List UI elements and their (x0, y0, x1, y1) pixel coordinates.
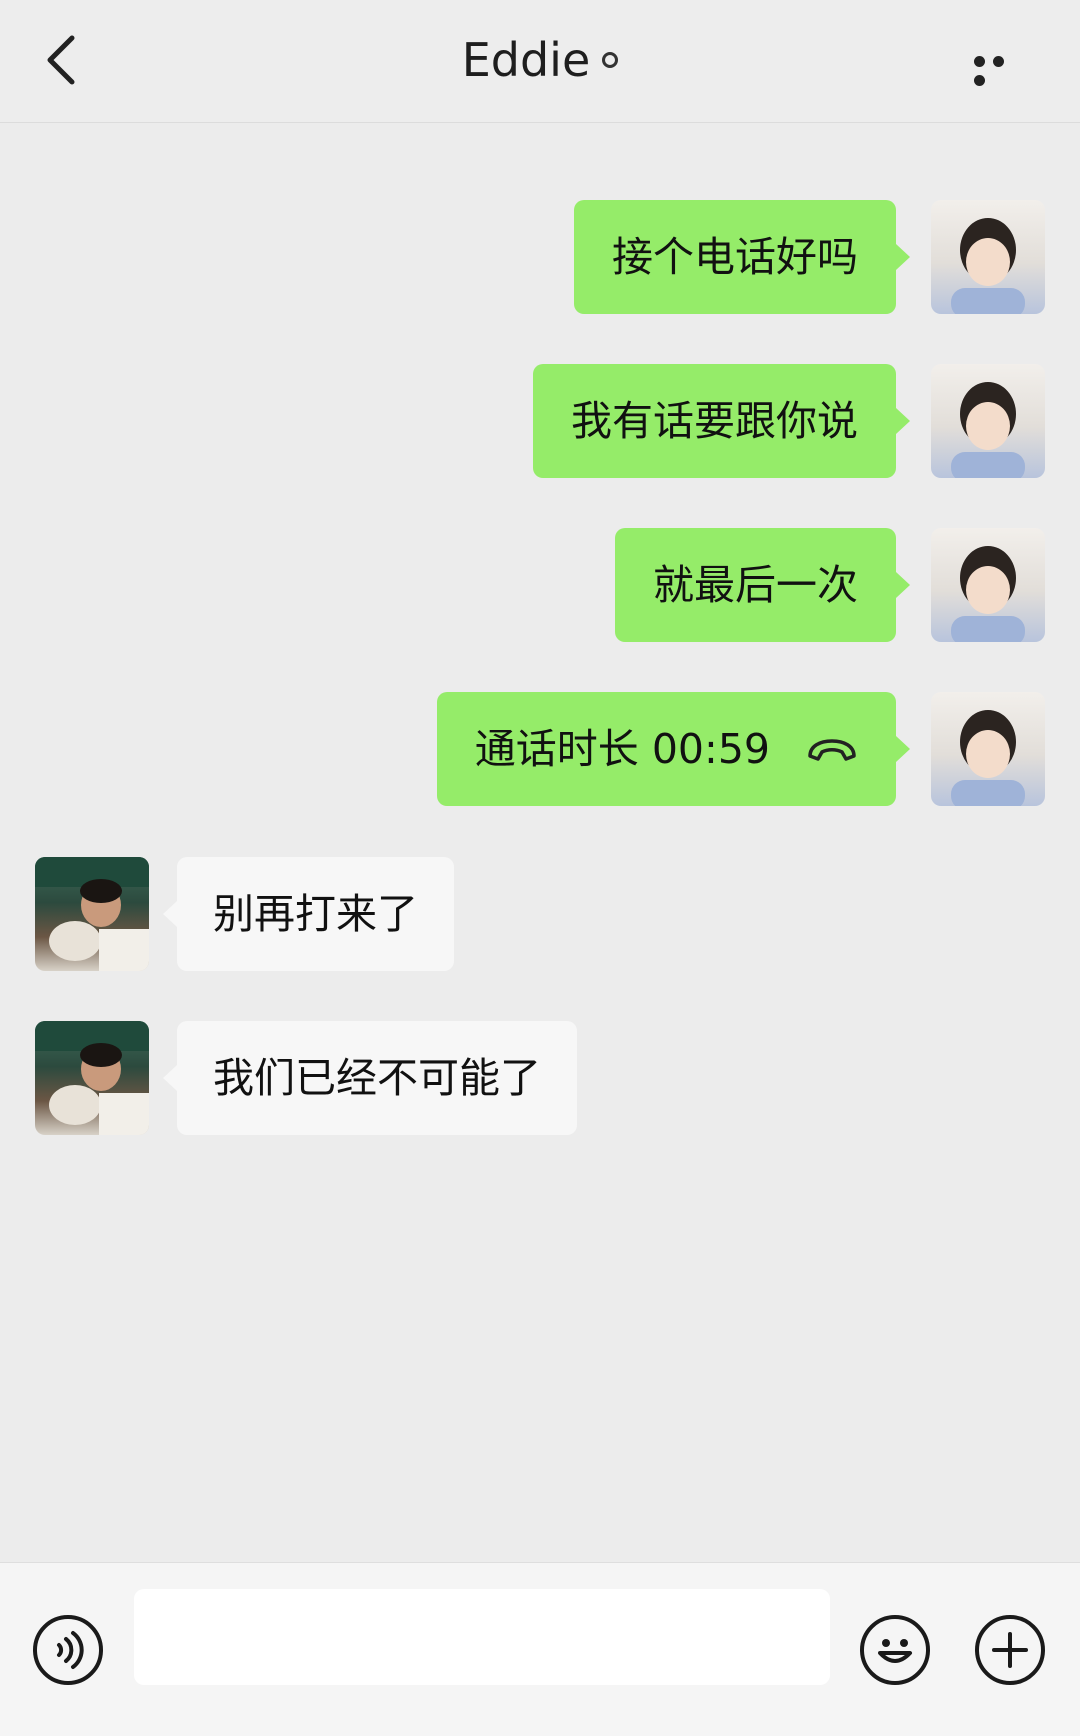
bubble-tail (896, 408, 910, 434)
voice-button[interactable] (33, 1615, 103, 1685)
message-text: 我有话要跟你说 (571, 397, 858, 445)
call-duration-text: 通话时长 00:59 (474, 725, 770, 773)
message-bubble-sent[interactable]: 就最后一次 (615, 528, 896, 642)
message-text: 我们已经不可能了 (213, 1054, 541, 1102)
avatar-self[interactable] (931, 692, 1045, 806)
bubble-tail (896, 572, 910, 598)
call-record-bubble[interactable]: 通话时长 00:59 (436, 692, 896, 806)
status-dot-icon (602, 51, 619, 68)
message-bubble-sent[interactable]: 接个电话好吗 (574, 200, 896, 314)
bubble-tail (896, 736, 910, 762)
bubble-tail (163, 901, 177, 927)
message-text: 接个电话好吗 (612, 233, 858, 281)
emoji-button[interactable] (860, 1615, 930, 1685)
input-toolbar (0, 1562, 1080, 1736)
message-text: 就最后一次 (653, 561, 858, 609)
phone-hangup-icon (808, 739, 856, 761)
message-bubble-received[interactable]: 别再打来了 (177, 857, 454, 971)
avatar-self[interactable] (931, 200, 1045, 314)
message-text: 别再打来了 (213, 890, 418, 938)
avatar-contact[interactable] (35, 1021, 149, 1135)
message-input[interactable] (134, 1589, 830, 1685)
plus-icon (992, 1632, 1028, 1668)
ellipsis-icon[interactable] (974, 52, 1030, 86)
chat-title-wrap: Eddie (0, 30, 1080, 90)
voice-icon (57, 1631, 84, 1669)
plus-button[interactable] (975, 1615, 1045, 1685)
chat-title: Eddie (461, 33, 591, 87)
chat-header: Eddie (0, 0, 1080, 123)
avatar-self[interactable] (931, 364, 1045, 478)
bubble-tail (896, 244, 910, 270)
emoji-icon (878, 1639, 912, 1663)
bubble-tail (163, 1065, 177, 1091)
message-bubble-received[interactable]: 我们已经不可能了 (177, 1021, 577, 1135)
avatar-contact[interactable] (35, 857, 149, 971)
message-bubble-sent[interactable]: 我有话要跟你说 (533, 364, 896, 478)
avatar-self[interactable] (931, 528, 1045, 642)
